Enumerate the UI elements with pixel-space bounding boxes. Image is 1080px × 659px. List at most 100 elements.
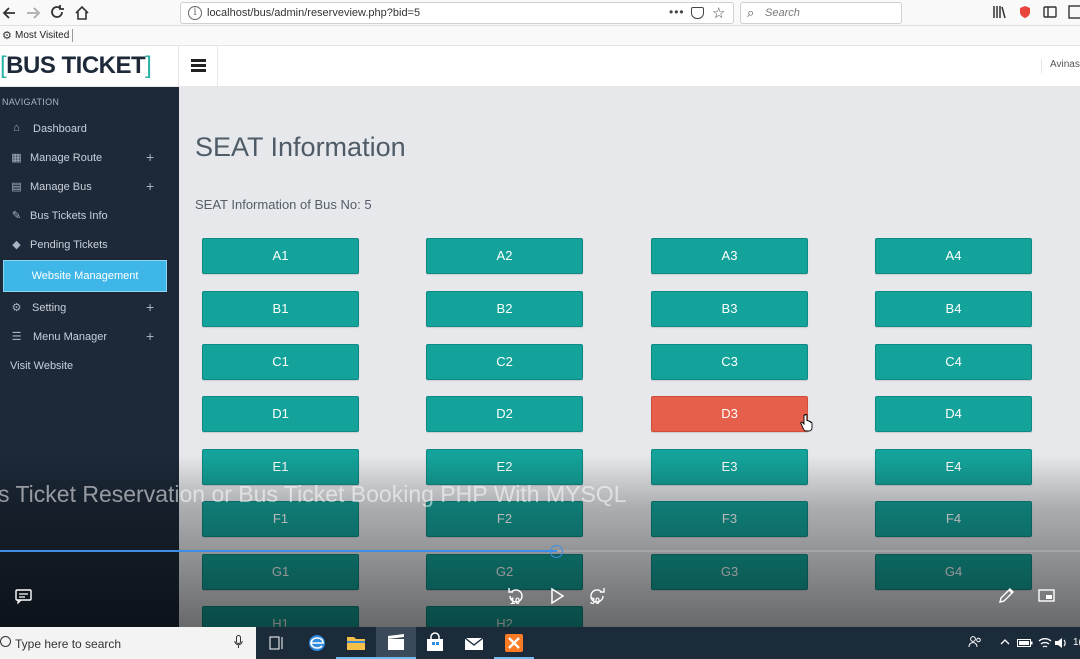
seat-a4-button[interactable]: A4	[875, 238, 1032, 274]
table-icon: ▦	[11, 152, 22, 164]
seat-c3-button[interactable]: C3	[651, 344, 808, 380]
file-explorer-icon[interactable]	[336, 627, 376, 659]
skip-forward-label: 30	[590, 596, 601, 606]
sidebar-item-label: Menu Manager	[33, 331, 107, 343]
battery-icon[interactable]	[1017, 638, 1033, 651]
cortana-icon	[0, 636, 11, 647]
sidebar-item-label: Bus Tickets Info	[30, 210, 108, 222]
edit-icon: ✎	[11, 210, 22, 222]
seat-a1-button[interactable]: A1	[202, 238, 359, 274]
hamburger-menu-icon[interactable]	[191, 59, 206, 72]
seat-d2-button[interactable]: D2	[426, 396, 583, 432]
search-placeholder: Search	[765, 7, 800, 19]
seat-b3-button[interactable]: B3	[651, 291, 808, 327]
tag-icon: ◆	[12, 239, 21, 251]
people-icon[interactable]	[968, 635, 982, 652]
nav-heading: NAVIGATION	[2, 97, 60, 107]
bar-chart-icon: ▤	[11, 181, 22, 193]
forward-icon[interactable]	[23, 3, 43, 23]
video-progress-fill	[0, 550, 557, 552]
pencil-icon[interactable]	[996, 586, 1018, 606]
seat-c1-button[interactable]: C1	[202, 344, 359, 380]
clock[interactable]: 1(	[1073, 637, 1080, 648]
sidebar-item-visit-website[interactable]: Visit Website	[0, 354, 179, 378]
hand-cursor-icon	[800, 414, 813, 432]
back-icon[interactable]	[0, 3, 20, 23]
bookmark-star-icon[interactable]: ☆	[712, 4, 725, 22]
logo[interactable]: [BUS TICKET]	[0, 52, 152, 80]
seat-a3-button[interactable]: A3	[651, 238, 808, 274]
sidebar-item-pending-tickets[interactable]: ◆ Pending Tickets	[0, 233, 179, 257]
captions-icon[interactable]	[13, 586, 35, 606]
wifi-icon[interactable]	[1038, 636, 1052, 653]
page-subtitle: SEAT Information of Bus No: 5	[195, 197, 372, 212]
mail-icon[interactable]	[454, 627, 494, 659]
page-title: SEAT Information	[195, 132, 406, 162]
browser-toolbar: i localhost/bus/admin/reserveview.php?bi…	[0, 0, 1080, 26]
expand-plus-icon[interactable]: +	[146, 328, 154, 344]
gear-icon: ⚙	[11, 302, 22, 314]
site-info-icon[interactable]: i	[188, 6, 202, 20]
taskbar-search-box[interactable]: Type here to search	[0, 627, 256, 659]
seat-b1-button[interactable]: B1	[202, 291, 359, 327]
search-input[interactable]: ⌕ Search	[740, 2, 902, 24]
bookmark-most-visited[interactable]: Most Visited	[15, 30, 69, 41]
address-bar[interactable]: i localhost/bus/admin/reserveview.php?bi…	[180, 2, 734, 24]
sidebar-item-manage-route[interactable]: ▦ Manage Route +	[0, 146, 179, 170]
xampp-icon[interactable]	[494, 627, 534, 659]
shield-icon[interactable]	[1018, 5, 1032, 19]
movies-app-icon[interactable]	[376, 627, 416, 659]
list-icon: ☰	[11, 331, 22, 343]
seat-d1-button[interactable]: D1	[202, 396, 359, 432]
seat-b4-button[interactable]: B4	[875, 291, 1032, 327]
sidebar-item-label: Visit Website	[10, 360, 74, 372]
library-icon[interactable]	[993, 5, 1007, 19]
screen: i localhost/bus/admin/reserveview.php?bi…	[0, 0, 1080, 659]
reload-icon[interactable]	[47, 3, 67, 23]
play-icon[interactable]	[546, 586, 568, 606]
search-icon: ⌕	[747, 5, 755, 20]
seat-b2-button[interactable]: B2	[426, 291, 583, 327]
seat-a2-button[interactable]: A2	[426, 238, 583, 274]
store-icon[interactable]	[415, 627, 455, 659]
pocket-icon[interactable]	[691, 7, 704, 19]
sidebar-item-label: Setting	[32, 302, 67, 314]
seat-c2-button[interactable]: C2	[426, 344, 583, 380]
user-name[interactable]: Avinas	[1041, 59, 1080, 73]
sidebar-item-bus-tickets-info[interactable]: ✎ Bus Tickets Info	[0, 204, 179, 228]
task-view-icon[interactable]	[257, 627, 297, 659]
seat-c4-button[interactable]: C4	[875, 344, 1032, 380]
logo-area: [BUS TICKET]	[0, 46, 179, 87]
bookmark-divider	[72, 29, 73, 42]
sidebar-item-dashboard[interactable]: ⌂ Dashboard	[0, 117, 179, 141]
taskbar: Type here to search 1	[0, 627, 1080, 659]
microphone-icon[interactable]	[234, 635, 243, 649]
app-header: [BUS TICKET] Avinas	[0, 46, 1080, 87]
mini-player-icon[interactable]	[1036, 586, 1058, 606]
sidebar-item-manage-bus[interactable]: ▤ Manage Bus +	[0, 175, 179, 199]
sidebar-item-website-management[interactable]: Website Management	[3, 260, 167, 292]
chevron-up-icon[interactable]	[1000, 637, 1010, 650]
video-title: s Ticket Reservation or Bus Ticket Booki…	[0, 481, 627, 507]
sidebar-item-label: Manage Bus	[30, 181, 92, 193]
expand-plus-icon[interactable]: +	[146, 178, 154, 194]
volume-icon[interactable]	[1054, 636, 1068, 653]
seat-d3-button[interactable]: D3	[651, 396, 808, 432]
sidebar-item-label: Website Management	[31, 270, 139, 282]
sidebar-item-setting[interactable]: ⚙ Setting +	[0, 296, 179, 320]
sidebar-icon[interactable]	[1043, 5, 1057, 19]
expand-plus-icon[interactable]: +	[146, 299, 154, 315]
url-text: localhost/bus/admin/reserveview.php?bid=…	[207, 7, 421, 19]
expand-plus-icon[interactable]: +	[146, 149, 154, 165]
video-progress-handle[interactable]	[550, 545, 563, 558]
bookmarks-bar: ⚙ Most Visited	[0, 26, 1080, 46]
seat-d4-button[interactable]: D4	[875, 396, 1032, 432]
home-icon[interactable]	[72, 3, 92, 23]
sidebar-item-menu-manager[interactable]: ☰ Menu Manager +	[0, 325, 179, 349]
sidebar-item-label: Dashboard	[33, 123, 87, 135]
taskbar-search-placeholder: Type here to search	[15, 637, 122, 651]
sidebar-item-label: Pending Tickets	[30, 239, 108, 251]
overflow-menu-icon[interactable]	[1068, 5, 1080, 19]
edge-icon[interactable]	[297, 627, 337, 659]
page-actions-icon[interactable]: •••	[669, 5, 685, 19]
